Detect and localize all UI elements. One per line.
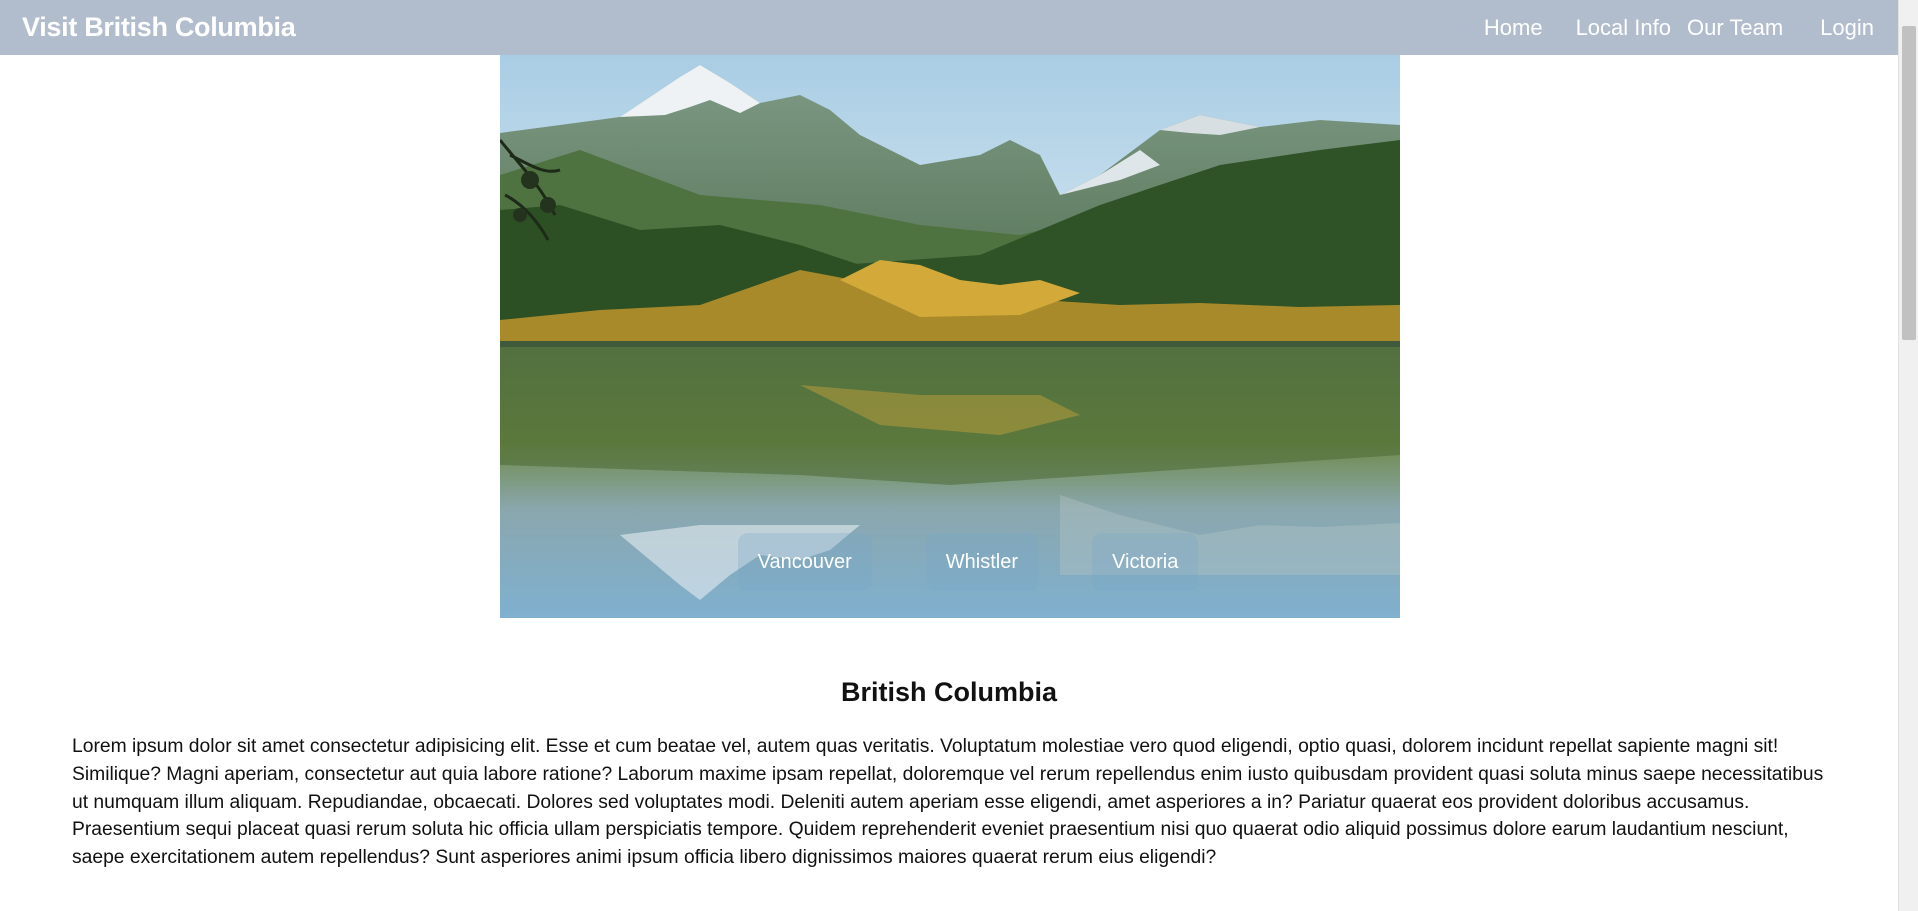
- vertical-scrollbar[interactable]: [1898, 0, 1918, 911]
- scrollbar-thumb[interactable]: [1902, 26, 1916, 340]
- nav-home-link[interactable]: Home: [1484, 15, 1543, 41]
- section-title: British Columbia: [840, 677, 1057, 707]
- section-body-text: Lorem ipsum dolor sit amet consectetur a…: [72, 736, 1824, 869]
- nav-links: Home Local Info Our Team Login: [1484, 15, 1874, 41]
- vancouver-button[interactable]: Vancouver: [737, 533, 872, 591]
- brand-logo-link[interactable]: Visit British Columbia: [22, 12, 296, 43]
- victoria-button[interactable]: Victoria: [1092, 533, 1199, 591]
- whistler-button[interactable]: Whistler: [925, 533, 1039, 591]
- hero-banner: Vancouver Whistler Victoria: [500, 55, 1400, 618]
- nav-login-link[interactable]: Login: [1820, 15, 1874, 41]
- nav-local-info-link[interactable]: Local Info: [1576, 15, 1671, 41]
- top-navbar: Visit British Columbia Home Local Info O…: [0, 0, 1898, 55]
- city-buttons: Vancouver Whistler Victoria: [500, 533, 1400, 591]
- nav-our-team-link[interactable]: Our Team: [1687, 15, 1783, 41]
- page: Visit British Columbia Home Local Info O…: [0, 0, 1918, 911]
